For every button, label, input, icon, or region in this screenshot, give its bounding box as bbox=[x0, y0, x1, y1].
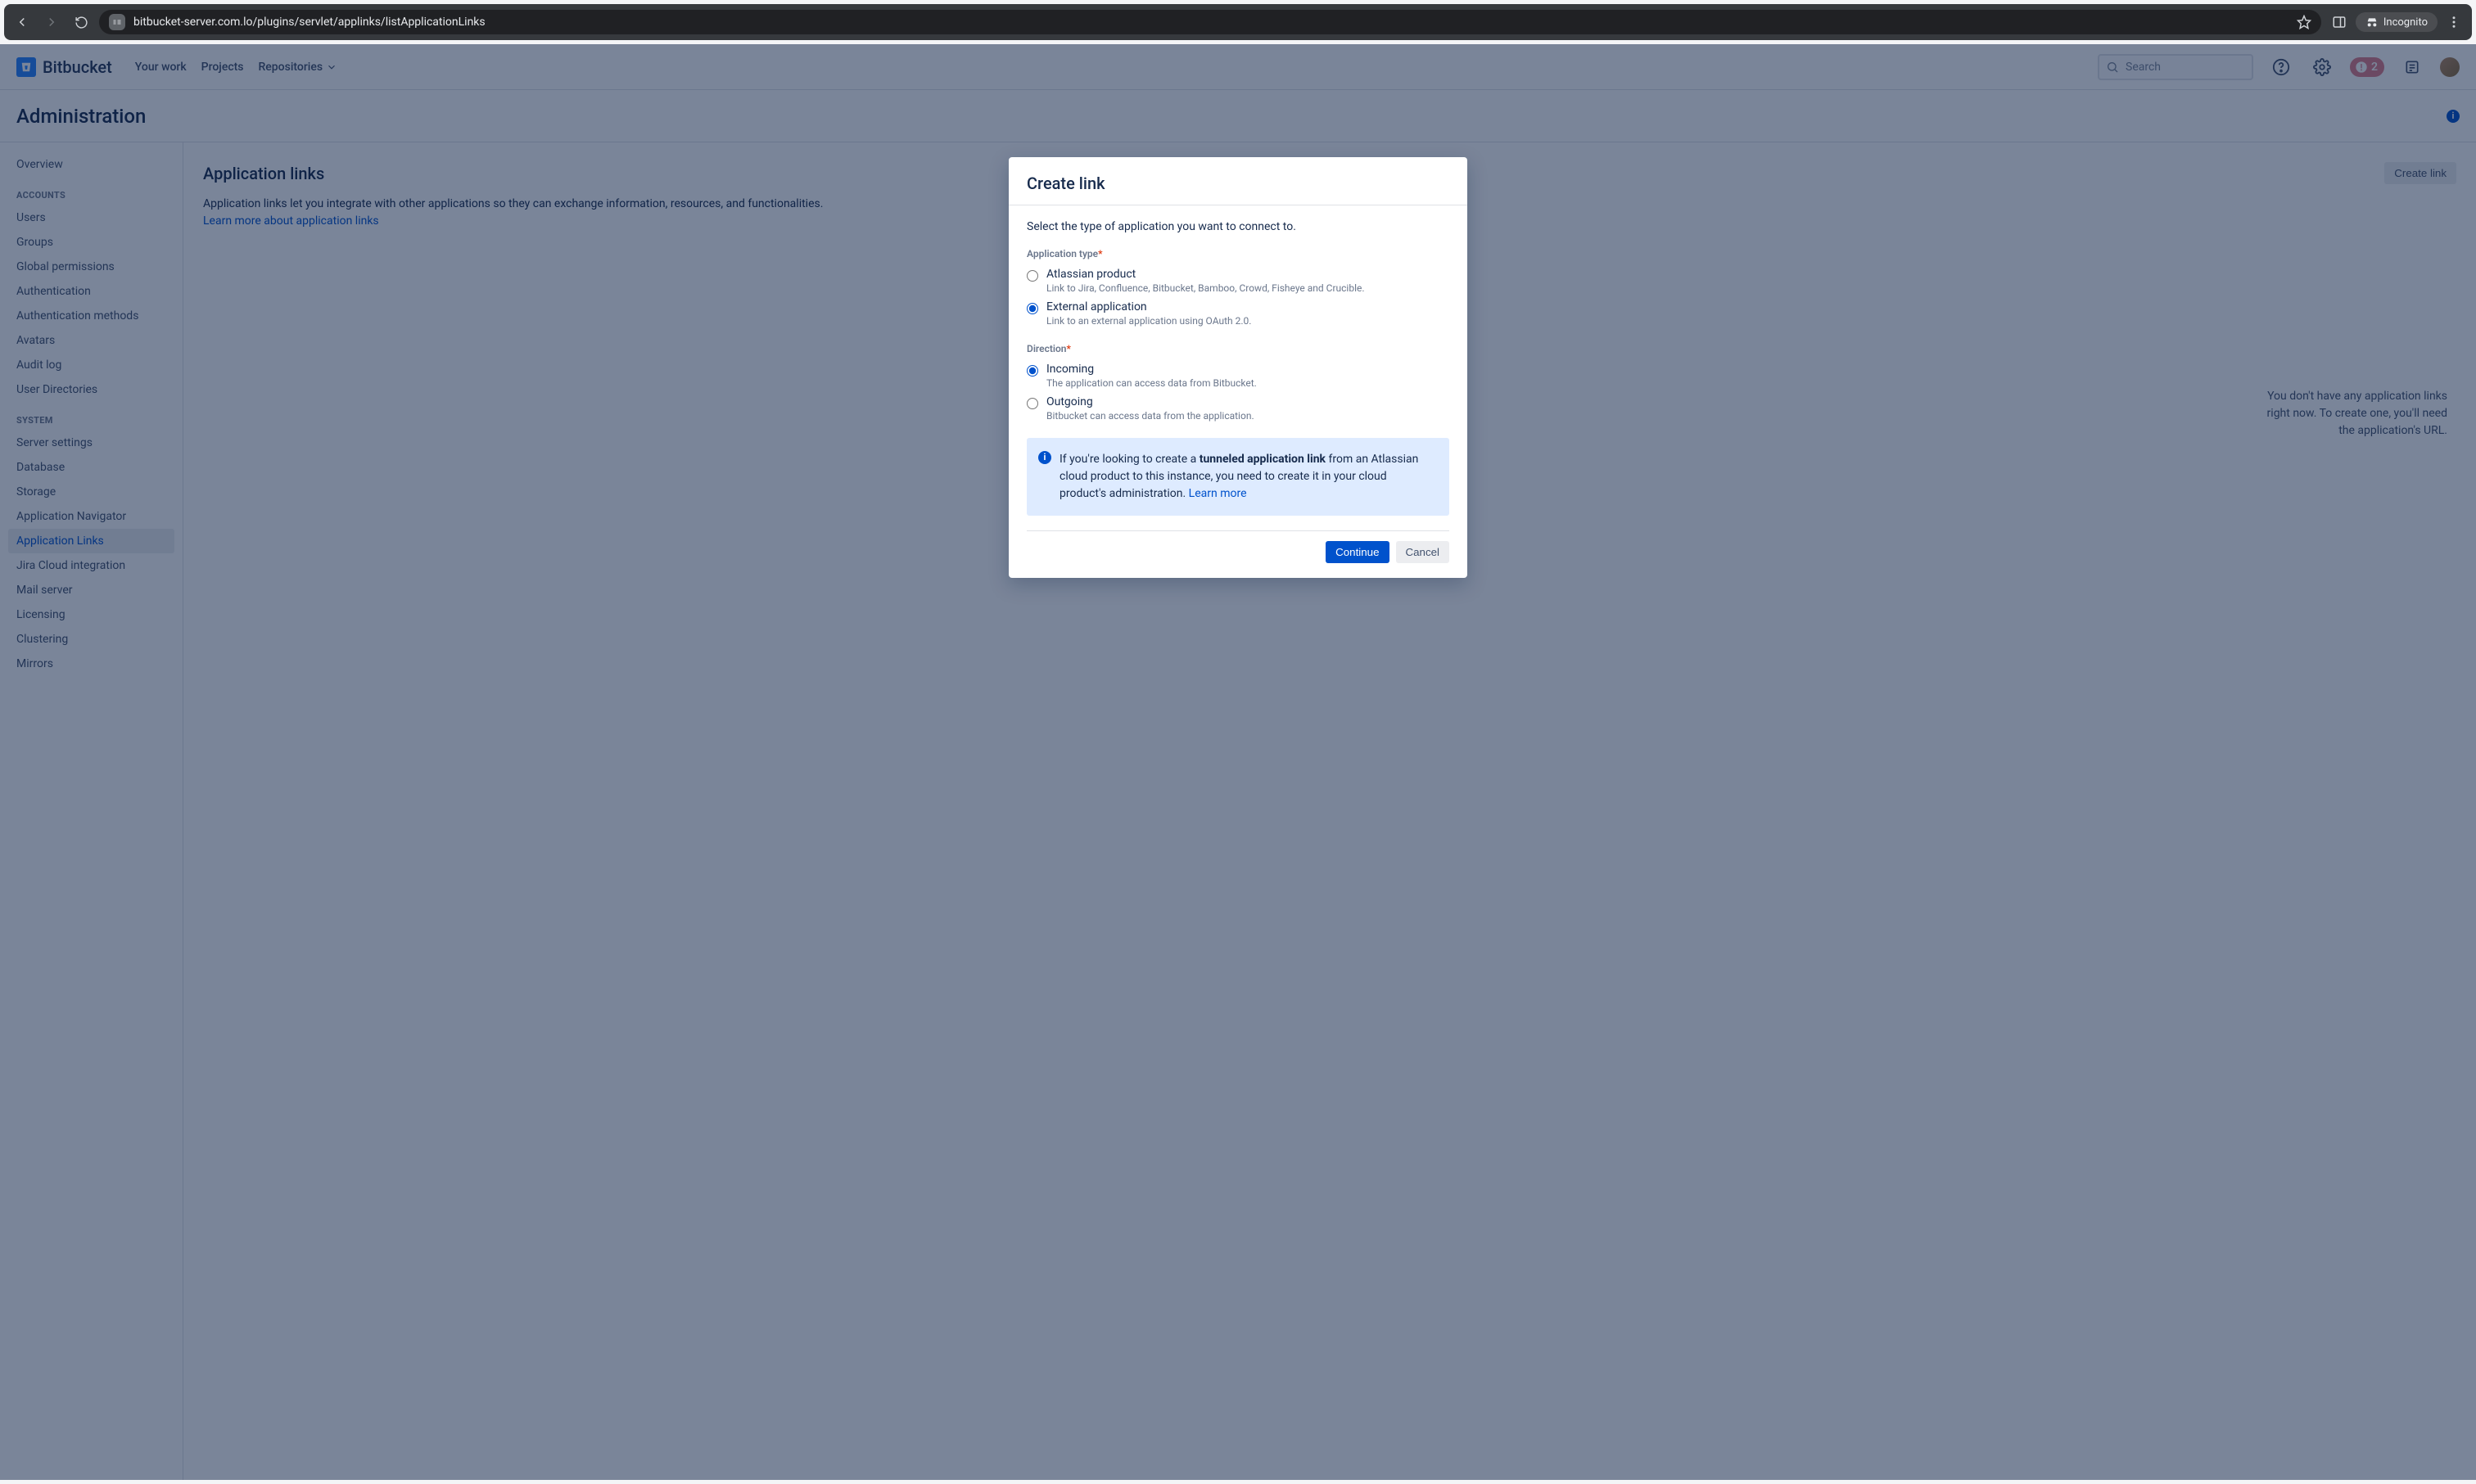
url-text: bitbucket-server.com.lo/plugins/servlet/… bbox=[133, 16, 2288, 29]
radio-incoming-label: Incoming bbox=[1046, 363, 1257, 376]
cancel-button[interactable]: Cancel bbox=[1396, 541, 1450, 563]
create-link-modal: Create link Select the type of applicati… bbox=[1009, 157, 1467, 578]
url-bar[interactable]: bitbucket-server.com.lo/plugins/servlet/… bbox=[99, 10, 2321, 34]
application-type-group: Atlassian product Link to Jira, Confluen… bbox=[1027, 264, 1449, 330]
radio-outgoing-sub: Bitbucket can access data from the appli… bbox=[1046, 410, 1254, 422]
direction-label: Direction* bbox=[1027, 343, 1449, 354]
info-icon: i bbox=[1038, 451, 1051, 464]
radio-incoming-sub: The application can access data from Bit… bbox=[1046, 377, 1257, 389]
radio-external-application[interactable]: External application Link to an external… bbox=[1027, 297, 1449, 330]
radio-outgoing[interactable]: Outgoing Bitbucket can access data from … bbox=[1027, 392, 1449, 425]
modal-title: Create link bbox=[1027, 174, 1449, 193]
application-type-label: Application type* bbox=[1027, 248, 1449, 259]
browser-chrome: bitbucket-server.com.lo/plugins/servlet/… bbox=[4, 4, 2472, 40]
radio-outgoing-label: Outgoing bbox=[1046, 395, 1254, 408]
radio-atlassian-input[interactable] bbox=[1027, 270, 1038, 282]
reload-button[interactable] bbox=[70, 11, 93, 34]
radio-external-input[interactable] bbox=[1027, 303, 1038, 314]
continue-button[interactable]: Continue bbox=[1326, 541, 1389, 563]
radio-atlassian-label: Atlassian product bbox=[1046, 268, 1365, 281]
app-root: Bitbucket Your work Projects Repositorie… bbox=[0, 44, 2476, 1480]
forward-button[interactable] bbox=[40, 11, 63, 34]
radio-atlassian-sub: Link to Jira, Confluence, Bitbucket, Bam… bbox=[1046, 282, 1365, 294]
direction-group: Incoming The application can access data… bbox=[1027, 359, 1449, 425]
radio-outgoing-input[interactable] bbox=[1027, 398, 1038, 409]
radio-external-sub: Link to an external application using OA… bbox=[1046, 315, 1251, 327]
info-panel: i If you're looking to create a tunneled… bbox=[1027, 438, 1449, 516]
radio-incoming[interactable]: Incoming The application can access data… bbox=[1027, 359, 1449, 392]
info-learn-more-link[interactable]: Learn more bbox=[1189, 487, 1247, 500]
back-button[interactable] bbox=[11, 11, 34, 34]
modal-lead: Select the type of application you want … bbox=[1027, 220, 1449, 233]
radio-incoming-input[interactable] bbox=[1027, 365, 1038, 377]
incognito-label: Incognito bbox=[2383, 16, 2428, 29]
site-info-icon[interactable] bbox=[109, 14, 125, 30]
incognito-badge[interactable]: Incognito bbox=[2356, 12, 2438, 32]
bookmark-star-icon[interactable] bbox=[2297, 15, 2311, 29]
side-panel-icon[interactable] bbox=[2328, 11, 2351, 34]
radio-atlassian-product[interactable]: Atlassian product Link to Jira, Confluen… bbox=[1027, 264, 1449, 297]
radio-external-label: External application bbox=[1046, 300, 1251, 313]
info-bold: tunneled application link bbox=[1200, 453, 1326, 466]
chrome-more-icon[interactable] bbox=[2442, 11, 2465, 34]
